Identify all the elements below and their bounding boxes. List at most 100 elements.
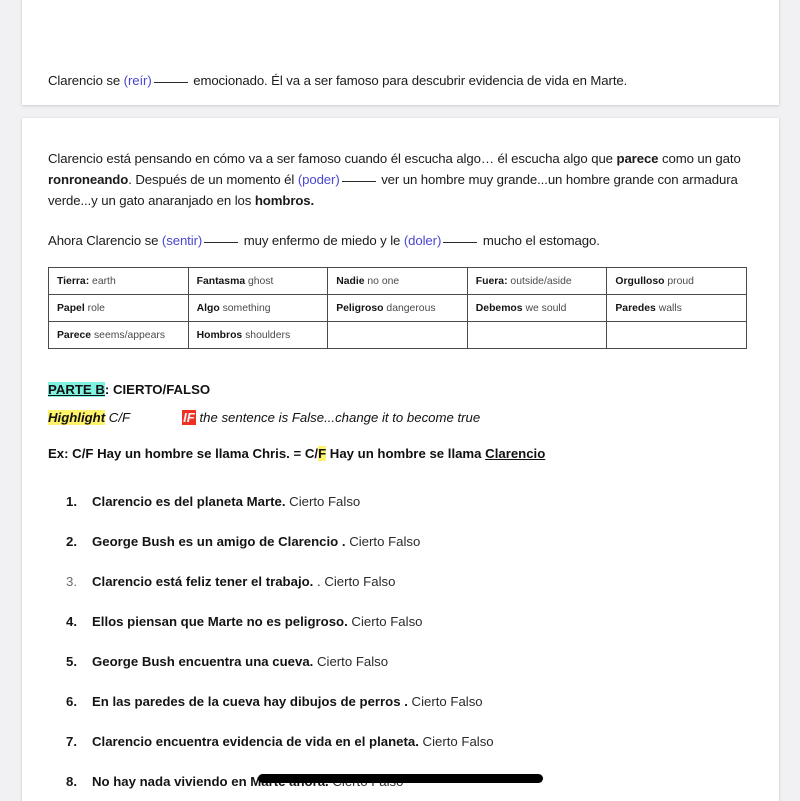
vocab-cell-empty [327,321,468,349]
vocab-cell: Tierra: earth [48,267,189,295]
vocab-translation: walls [655,302,682,314]
document-card-top: Clarencio se (reír) emocionado. Él va a … [22,0,779,105]
top-paragraph: Clarencio se (reír) emocionado. Él va a … [48,70,753,91]
vocab-translation: something [219,302,271,314]
vocab-term: Nadie [336,275,365,287]
question-number: 6. [66,694,77,709]
question-options[interactable]: Cierto Falso [346,534,420,549]
vocab-translation: role [84,302,105,314]
question-number: 8. [66,774,77,789]
list-item: 2. George Bush es un amigo de Clarencio .… [66,532,753,552]
vocab-translation: dangerous [383,302,436,314]
vocab-cell: Orgulloso proud [606,267,747,295]
p1-seg3: . Después de un momento él [128,172,298,187]
example-f-highlight: F [318,446,327,461]
vocab-translation: seems/appears [91,329,166,341]
question-statement: George Bush es un amigo de Clarencio . [92,534,346,549]
question-options[interactable]: Cierto Falso [313,654,388,669]
list-item: 6. En las paredes de la cueva hay dibujos… [66,692,753,712]
question-statement: Ellos piensan que Marte no es peligroso. [92,614,348,629]
parte-b-instruction: Highlight C/F IF the sentence is False...… [48,407,753,428]
p1-seg1: Clarencio está pensando en cómo va a ser… [48,151,617,166]
answer-blank[interactable] [204,242,239,243]
vocab-cell: Fantasma ghost [187,267,329,295]
vocab-translation: shoulders [242,329,291,341]
verb-reir: (reír) [123,73,152,88]
vocab-term: Fantasma [196,275,246,287]
question-statement: Clarencio está feliz tener el trabajo. [92,574,314,589]
vocab-translation: no one [364,275,400,287]
example-answer: Clarencio [485,446,546,461]
vocab-term: Orgulloso [615,275,665,287]
example-line: Ex: C/F Hay un hombre se llama Chris. = … [48,443,753,464]
vocab-cell: Fuera: outside/aside [466,267,608,295]
vocab-translation: outside/aside [507,275,572,287]
question-number: 3. [66,574,77,589]
vocab-cell: Peligroso dangerous [327,294,468,322]
p2-seg1: Ahora Clarencio se [48,233,162,248]
vocab-translation: ghost [245,275,274,287]
worksheet-page: Clarencio se (reír) emocionado. Él va a … [0,0,800,801]
verb-poder: (poder) [297,172,340,187]
p2-seg3: mucho el estomago. [479,233,600,248]
question-list: 1. Clarencio es del planeta Marte. Cierto… [48,492,753,792]
vocab-cell: Nadie no one [327,267,468,295]
table-row: Parece seems/appears Hombros shoulders [48,321,747,349]
answer-blank[interactable] [341,181,376,182]
question-options[interactable]: . Cierto Falso [313,574,395,589]
answer-blank[interactable] [443,242,478,243]
vocab-cell: Papel role [48,294,189,322]
vocab-term: Hombros [196,329,243,341]
parte-b-section: PARTE B: CIERTO/FALSO Highlight C/F IF th… [48,379,753,464]
example-mid: Hay un hombre se llama [326,446,486,461]
instruction-cf: C/F [105,410,131,425]
question-number: 4. [66,614,77,629]
vocab-cell: Paredes walls [606,294,747,322]
vocab-cell: Hombros shoulders [187,321,329,349]
vocab-translation: proud [664,275,694,287]
vocab-term: Parece [57,329,92,341]
parte-b-title: PARTE B: CIERTO/FALSO [48,379,753,400]
list-item: 1. Clarencio es del planeta Marte. Cierto… [66,492,753,512]
main-paragraph-2: Ahora Clarencio se (sentir) muy enfermo … [48,230,753,251]
question-number: 7. [66,734,77,749]
question-options[interactable]: Cierto Falso [286,494,360,509]
vocab-term: Papel [57,302,85,314]
list-item: 7. Clarencio encuentra evidencia de vida … [66,732,753,752]
vocab-cell: Algo something [187,294,329,322]
verb-sentir: (sentir) [161,233,203,248]
vocab-term: Tierra: [57,275,90,287]
example-prefix: Ex: C/F Hay un hombre se llama Chris. = … [48,446,319,461]
p1-bold-hombros: hombros. [254,193,315,208]
list-item: 3. Clarencio está feliz tener el trabajo.… [66,572,753,592]
vocab-term: Paredes [615,302,656,314]
vocab-translation: earth [89,275,116,287]
vocab-cell-empty [606,321,747,349]
question-statement: En las paredes de la cueva hay dibujos d… [92,694,408,709]
page-scroll-indicator[interactable] [258,774,543,783]
parte-b-title-rest: : CIERTO/FALSO [104,382,211,397]
main-paragraph-1: Clarencio está pensando en cómo va a ser… [48,148,753,211]
question-statement: George Bush encuentra una cueva. [92,654,314,669]
question-number: 1. [66,494,77,509]
question-options[interactable]: Cierto Falso [419,734,494,749]
vocab-translation: we sould [522,302,567,314]
if-highlight: IF [182,410,196,425]
answer-blank[interactable] [153,82,188,83]
list-item: 5. George Bush encuentra una cueva. Ciert… [66,652,753,672]
question-options[interactable]: Cierto Falso [348,614,422,629]
parte-b-highlight: PARTE B [48,382,105,397]
vocab-term: Peligroso [336,302,384,314]
list-item: 4. Ellos piensan que Marte no es peligros… [66,612,753,632]
question-statement: Clarencio es del planeta Marte. [92,494,286,509]
vocab-term: Fuera: [475,275,508,287]
question-options[interactable]: Cierto Falso [408,694,483,709]
p1-seg2: como un gato [658,151,741,166]
vocab-term: Debemos [475,302,523,314]
p1-bold-ronroneando: ronroneando [48,172,129,187]
table-row: Papel role Algo something Peligroso dang… [48,294,747,322]
instruction-rest: the sentence is False...change it to bec… [195,410,481,425]
vocab-term: Algo [196,302,220,314]
vocabulary-table: Tierra: earth Fantasma ghost Nadie no on… [48,267,747,349]
vocab-cell-empty [466,321,608,349]
